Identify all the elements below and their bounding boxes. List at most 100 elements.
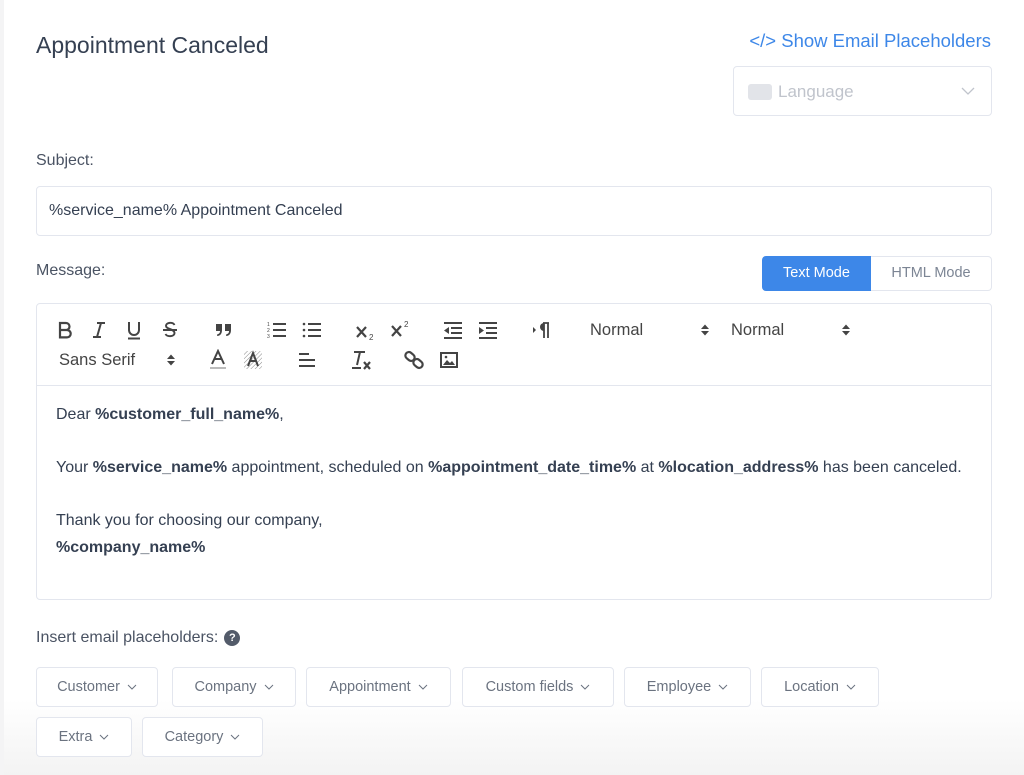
placeholder-appointment-dropdown[interactable]: Appointment (306, 667, 451, 707)
dropdown-label: Company (194, 679, 257, 695)
select-arrows-icon (701, 324, 709, 336)
italic-button[interactable] (89, 319, 109, 341)
italic-icon (93, 322, 105, 338)
svg-text:2: 2 (369, 333, 374, 341)
font-color-button[interactable] (207, 348, 229, 372)
indent-icon (479, 322, 497, 339)
bullet-list-button[interactable] (301, 319, 323, 341)
chevron-down-icon (961, 87, 975, 95)
font-select-value: Sans Serif (59, 350, 136, 369)
text: Dear (56, 406, 96, 423)
font-select[interactable]: Sans Serif (59, 349, 176, 371)
placeholder-customer-dropdown[interactable]: Customer (36, 667, 158, 707)
dropdown-label: Extra (58, 729, 93, 745)
indent-button[interactable] (477, 319, 499, 341)
link-icon (404, 350, 424, 370)
align-button[interactable] (296, 349, 318, 371)
subscript-icon: 2 (356, 326, 374, 341)
underline-icon (128, 321, 140, 339)
html-mode-button[interactable]: HTML Mode (871, 256, 992, 291)
closing-line: Thank you for choosing our company, (56, 512, 323, 529)
align-icon (299, 353, 315, 367)
text-mode-button[interactable]: Text Mode (762, 256, 871, 291)
blockquote-button[interactable] (213, 319, 235, 341)
placeholder-employee-dropdown[interactable]: Employee (624, 667, 751, 707)
placeholder-token: %location_address% (658, 459, 819, 476)
dropdown-label: Appointment (329, 679, 411, 695)
chevron-down-icon (127, 684, 137, 690)
dropdown-label: Category (164, 729, 224, 745)
header-select-value: Normal (731, 320, 785, 339)
mode-toggle: Text Mode HTML Mode (762, 256, 992, 291)
placeholder-extra-dropdown[interactable]: Extra (36, 717, 132, 757)
placeholder-custom-fields-dropdown[interactable]: Custom fields (462, 667, 614, 707)
insert-placeholders-text: Insert email placeholders: (36, 629, 219, 646)
bold-button[interactable] (55, 319, 75, 341)
chevron-down-icon (418, 684, 428, 690)
page-title: Appointment Canceled (36, 32, 269, 58)
subscript-button[interactable]: 2 (354, 319, 378, 343)
ordered-list-button[interactable]: 123 (266, 319, 288, 341)
placeholder-token: %customer_full_name% (95, 406, 280, 423)
svg-text:3: 3 (267, 334, 270, 339)
link-button[interactable] (403, 349, 425, 371)
flag-icon (748, 84, 772, 100)
editor-toolbar: 123 2 2 Normal Normal Sans Serif (37, 304, 991, 386)
background-color-button[interactable] (242, 348, 264, 372)
chevron-down-icon (718, 684, 728, 690)
text: has been canceled. (818, 459, 962, 476)
placeholder-company-dropdown[interactable]: Company (172, 667, 296, 707)
outdent-button[interactable] (442, 319, 464, 341)
header-select[interactable]: Normal (731, 319, 851, 341)
text: at (636, 459, 659, 476)
placeholder-token: %appointment_date_time% (428, 459, 637, 476)
chevron-down-icon (264, 684, 273, 690)
text-direction-icon (533, 322, 549, 338)
text-direction-button[interactable] (531, 319, 553, 341)
message-editor: 123 2 2 Normal Normal Sans Serif Dear %c… (36, 303, 992, 600)
signature-line: %company_name% (56, 535, 976, 562)
strikethrough-icon (163, 321, 177, 338)
size-select-value: Normal (590, 320, 644, 339)
size-select[interactable]: Normal (590, 319, 710, 341)
chevron-down-icon (100, 734, 109, 740)
superscript-button[interactable]: 2 (389, 317, 413, 341)
greeting-line: Dear %customer_full_name%, (56, 402, 976, 429)
bold-icon (58, 321, 72, 339)
text: appointment, scheduled on (227, 459, 429, 476)
blockquote-icon (216, 324, 231, 336)
clear-formatting-icon (352, 351, 371, 370)
placeholder-token: %company_name% (56, 538, 206, 556)
placeholder-location-dropdown[interactable]: Location (761, 667, 879, 707)
dropdown-label: Location (784, 679, 839, 695)
ordered-list-icon: 123 (267, 322, 286, 339)
insert-placeholders-label: Insert email placeholders: ? (36, 629, 241, 647)
placeholder-category-dropdown[interactable]: Category (142, 717, 263, 757)
dropdown-label: Customer (57, 679, 120, 695)
language-placeholder: Language (778, 82, 854, 101)
background-color-icon (244, 350, 262, 369)
superscript-icon: 2 (391, 320, 409, 337)
help-icon[interactable]: ? (224, 630, 241, 646)
select-arrows-icon (842, 324, 850, 336)
svg-text:2: 2 (404, 320, 409, 329)
image-button[interactable] (438, 349, 460, 371)
dropdown-label: Custom fields (485, 679, 574, 695)
message-body[interactable]: Dear %customer_full_name%, Your %service… (56, 402, 976, 561)
chevron-down-icon (231, 734, 240, 740)
outdent-icon (444, 322, 462, 339)
underline-button[interactable] (124, 319, 144, 341)
placeholder-token: %service_name% (92, 459, 228, 476)
subject-label: Subject: (36, 152, 94, 169)
body-line: Your %service_name% appointment, schedul… (56, 455, 976, 482)
chevron-down-icon (846, 684, 856, 690)
select-arrows-icon (167, 354, 175, 366)
bullet-list-icon (302, 322, 321, 338)
message-label: Message: (36, 262, 106, 279)
subject-input[interactable]: %service_name% Appointment Canceled (36, 186, 992, 236)
text: , (279, 406, 284, 423)
strikethrough-button[interactable] (160, 319, 180, 341)
show-email-placeholders-link[interactable]: </> Show Email Placeholders (749, 30, 991, 52)
clear-formatting-button[interactable] (350, 349, 374, 371)
language-select[interactable]: Language (733, 66, 992, 116)
